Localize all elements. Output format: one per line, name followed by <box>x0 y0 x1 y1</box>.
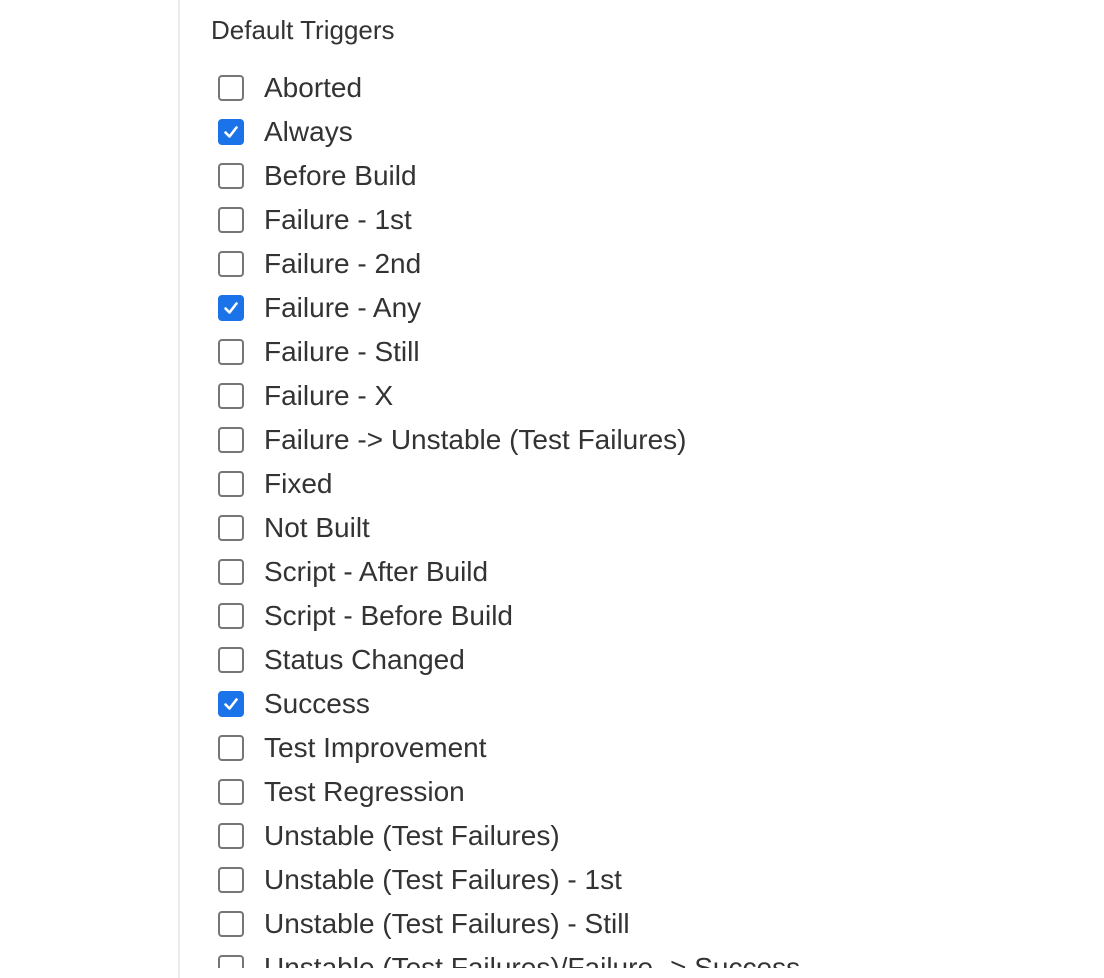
checkbox-unchecked[interactable] <box>218 383 244 409</box>
checkmark-icon <box>224 302 238 314</box>
trigger-item[interactable]: Not Built <box>211 506 800 550</box>
trigger-item[interactable]: Unstable (Test Failures) <box>211 814 800 858</box>
trigger-item[interactable]: Always <box>211 110 800 154</box>
trigger-label: Aborted <box>264 72 363 103</box>
checkbox-unchecked[interactable] <box>218 427 244 453</box>
trigger-label: Test Regression <box>264 776 465 807</box>
trigger-item[interactable]: Script - After Build <box>211 550 800 594</box>
trigger-item[interactable]: Failure - Still <box>211 330 800 374</box>
trigger-label: Failure - Still <box>264 336 420 367</box>
trigger-item[interactable]: Failure - X <box>211 374 800 418</box>
left-gutter <box>0 0 180 978</box>
trigger-item[interactable]: Unstable (Test Failures) - 1st <box>211 858 800 902</box>
trigger-label: Failure - X <box>264 380 394 411</box>
trigger-label: Always <box>264 116 353 147</box>
trigger-label: Failure -> Unstable (Test Failures) <box>264 424 687 455</box>
checkbox-unchecked[interactable] <box>218 735 244 761</box>
trigger-label: Unstable (Test Failures) - 1st <box>264 864 622 895</box>
checkbox-unchecked[interactable] <box>218 163 244 189</box>
checkbox-checked[interactable] <box>218 119 244 145</box>
checkbox-unchecked[interactable] <box>218 515 244 541</box>
trigger-list: Aborted Always Before Build Failure - 1st Fa… <box>211 66 800 968</box>
default-triggers-section: Default Triggers Aborted Always Before Bui… <box>211 0 1091 968</box>
trigger-label: Status Changed <box>264 644 465 675</box>
checkbox-unchecked[interactable] <box>218 75 244 101</box>
section-title: Default Triggers <box>211 15 395 45</box>
trigger-item[interactable]: Success <box>211 682 800 726</box>
trigger-item[interactable]: Failure - 2nd <box>211 242 800 286</box>
trigger-label: Not Built <box>264 512 370 543</box>
trigger-label: Unstable (Test Failures)/Failure -> Succ… <box>264 952 801 968</box>
checkbox-unchecked[interactable] <box>218 779 244 805</box>
checkbox-unchecked[interactable] <box>218 823 244 849</box>
trigger-item[interactable]: Unstable (Test Failures) - Still <box>211 902 800 946</box>
checkbox-unchecked[interactable] <box>218 911 244 937</box>
trigger-item[interactable]: Test Improvement <box>211 726 800 770</box>
checkbox-unchecked[interactable] <box>218 647 244 673</box>
trigger-label: Script - Before Build <box>264 600 513 631</box>
trigger-item[interactable]: Failure -> Unstable (Test Failures) <box>211 418 800 462</box>
trigger-item[interactable]: Failure - 1st <box>211 198 800 242</box>
checkbox-unchecked[interactable] <box>218 251 244 277</box>
trigger-label: Failure - 1st <box>264 204 412 235</box>
checkbox-unchecked[interactable] <box>218 471 244 497</box>
trigger-label: Success <box>264 688 370 719</box>
checkbox-unchecked[interactable] <box>218 207 244 233</box>
trigger-label: Script - After Build <box>264 556 489 587</box>
trigger-item[interactable]: Fixed <box>211 462 800 506</box>
checkmark-icon <box>224 698 238 710</box>
checkbox-unchecked[interactable] <box>218 559 244 585</box>
checkbox-unchecked[interactable] <box>218 339 244 365</box>
checkbox-unchecked[interactable] <box>218 603 244 629</box>
trigger-item[interactable]: Failure - Any <box>211 286 800 330</box>
trigger-label: Unstable (Test Failures) - Still <box>264 908 630 939</box>
trigger-item[interactable]: Aborted <box>211 66 800 110</box>
checkbox-checked[interactable] <box>218 691 244 717</box>
trigger-item[interactable]: Script - Before Build <box>211 594 800 638</box>
trigger-label: Fixed <box>264 468 333 499</box>
checkbox-checked[interactable] <box>218 295 244 321</box>
checkbox-unchecked[interactable] <box>218 867 244 893</box>
trigger-label: Failure - Any <box>264 292 422 323</box>
trigger-item[interactable]: Status Changed <box>211 638 800 682</box>
trigger-item[interactable]: Unstable (Test Failures)/Failure -> Succ… <box>211 946 800 968</box>
checkbox-unchecked[interactable] <box>218 955 244 968</box>
checkmark-icon <box>224 126 238 138</box>
trigger-label: Before Build <box>264 160 417 191</box>
trigger-label: Test Improvement <box>264 732 487 763</box>
trigger-item[interactable]: Test Regression <box>211 770 800 814</box>
trigger-label: Unstable (Test Failures) <box>264 820 560 851</box>
trigger-item[interactable]: Before Build <box>211 154 800 198</box>
trigger-label: Failure - 2nd <box>264 248 422 279</box>
